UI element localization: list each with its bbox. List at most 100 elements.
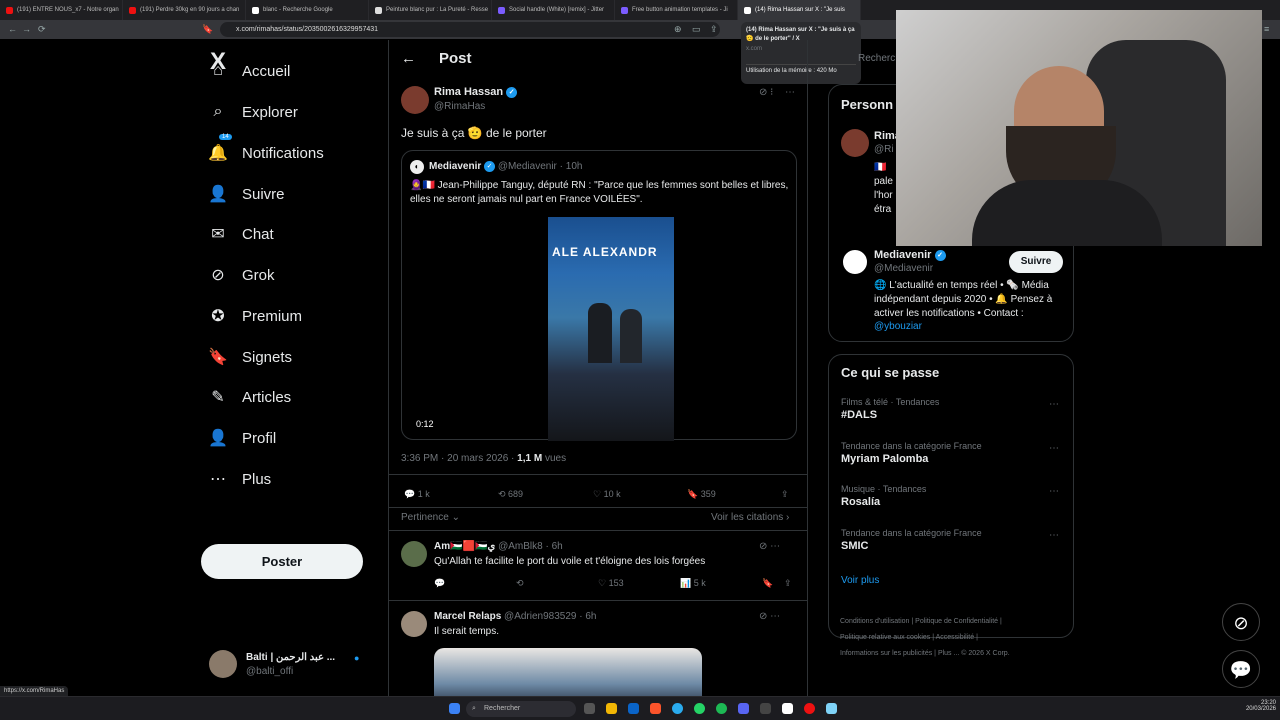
more-options-icon[interactable]: ⋯ (785, 87, 795, 98)
account-name[interactable]: Balti | عبد الرحمن ... (246, 652, 335, 663)
author-avatar[interactable] (401, 86, 429, 114)
record-icon[interactable] (804, 703, 815, 714)
sidebar-item-notifications[interactable]: 🔔 Notifications 14 (208, 134, 324, 168)
reply-bookmark-icon[interactable]: 🔖 (762, 578, 773, 589)
cast-icon[interactable]: ▭ (692, 24, 701, 35)
forward-icon[interactable]: → (22, 24, 31, 34)
browser-tab[interactable]: Free button animation templates - Ji (615, 0, 738, 20)
author-name[interactable]: Rima Hassan (434, 86, 503, 98)
post-button[interactable]: Poster (201, 544, 363, 579)
store-icon[interactable] (628, 703, 639, 714)
reply-avatar[interactable] (401, 611, 427, 637)
discord-icon[interactable] (738, 703, 749, 714)
share-post-icon[interactable]: ⇪ (781, 489, 789, 500)
trend-item[interactable]: Tendance dans la catégorie France SMIC (841, 528, 982, 552)
reply-repost-icon[interactable]: ⟲ (516, 578, 524, 589)
reply-author[interactable]: Marcel Relaps (434, 611, 501, 622)
reply-item[interactable]: Am🇵🇸🟥🇵🇸ي @AmBlk8 · 6h ⊘ ⋯ Qu'Allah te fa… (389, 531, 807, 599)
clock[interactable]: 23:20 20/03/2026 (1236, 700, 1276, 712)
account-avatar[interactable] (209, 650, 237, 678)
browser-tab[interactable]: (14) Rima Hassan sur X : "Je suis (738, 0, 861, 20)
trend-more-icon[interactable]: ⋯ (1049, 486, 1059, 497)
sidebar-item-explorer[interactable]: ⌕ Explorer (208, 97, 298, 127)
contact-link[interactable]: @ybouziar (874, 321, 922, 332)
bookmark-page-icon[interactable]: 🔖 (202, 24, 213, 35)
sidebar-item-chat[interactable]: ✉ Chat (208, 219, 273, 249)
reply-reply-icon[interactable]: 💬 (434, 578, 445, 589)
like-button[interactable]: ♡ 10 k (593, 489, 621, 500)
grok-icon-post[interactable]: ⊘ ⁝ (759, 87, 773, 98)
follow-button[interactable]: Suivre (1009, 251, 1063, 273)
sidebar-item-accueil[interactable]: ⌂ Accueil (208, 56, 290, 86)
reply-like-button[interactable]: ♡ 153 (598, 578, 624, 589)
reply-views[interactable]: 📊 5 k (680, 578, 706, 589)
reply-author[interactable]: Am🇵🇸🟥🇵🇸ي (434, 541, 495, 552)
sort-dropdown[interactable]: Pertinence ⌄ (401, 512, 460, 523)
zoom-icon[interactable]: ⊕ (674, 24, 682, 35)
taskbar-search[interactable]: ⌕ Rechercher (466, 701, 576, 717)
browser-tab[interactable]: Social handle (White) [remix] - Jitter (492, 0, 615, 20)
address-bar[interactable]: x.com/rimahas/status/2035002616329957431 (220, 22, 720, 37)
suggestion-name[interactable]: Mediavenir (874, 249, 931, 261)
sidebar-item-suivre[interactable]: 👤 Suivre (208, 179, 285, 209)
footer-cookies[interactable]: Politique relative aux cookies (840, 634, 930, 641)
trend-item[interactable]: Films & télé · Tendances #DALS (841, 397, 939, 421)
reply-avatar[interactable] (401, 541, 427, 567)
reply-more-icon[interactable]: ⊘ ⋯ (759, 541, 780, 552)
reply-item[interactable]: Marcel Relaps @Adrien983529 · 6h ⊘ ⋯ Il … (389, 601, 807, 696)
sidebar-item-grok[interactable]: ⊘ Grok (208, 260, 274, 290)
spotify-icon[interactable] (716, 703, 727, 714)
see-more-link[interactable]: Voir plus (841, 575, 879, 586)
repost-button[interactable]: ⟲ 689 (498, 489, 523, 500)
app-icon[interactable] (760, 703, 771, 714)
sidebar-item-premium[interactable]: ✪ Premium (208, 301, 302, 331)
reply-image[interactable] (434, 648, 702, 696)
reply-more-icon[interactable]: ⊘ ⋯ (759, 611, 780, 622)
browser-tab[interactable]: (191) Perdre 30kg en 90 jours a chan (123, 0, 246, 20)
reply-handle[interactable]: @AmBlk8 (498, 541, 543, 552)
browser-tab[interactable]: Peinture blanc pur : La Pureté - Resse (369, 0, 492, 20)
citations-link[interactable]: Voir les citations › (711, 512, 789, 523)
suggestion-avatar[interactable] (841, 129, 869, 157)
back-arrow-icon[interactable]: ← (401, 50, 416, 67)
share-icon[interactable]: ⇪ (710, 24, 718, 35)
footer-accessibility[interactable]: Accessibilité (936, 634, 975, 641)
browser-tab[interactable]: (191) ENTRE NOUS_x7 - Notre organ (0, 0, 123, 20)
footer-more[interactable]: Plus ... (938, 650, 959, 657)
bookmark-button[interactable]: 🔖 359 (687, 489, 716, 500)
browser-tab[interactable]: blanc - Recherche Google (246, 0, 369, 20)
trend-more-icon[interactable]: ⋯ (1049, 443, 1059, 454)
sidebar-item-profil[interactable]: 👤 Profil (208, 423, 276, 453)
task-view-icon[interactable] (584, 703, 595, 714)
windows-start-icon[interactable] (449, 703, 460, 714)
reply-handle[interactable]: @Adrien983529 (504, 611, 576, 622)
trend-item[interactable]: Tendance dans la catégorie France Myriam … (841, 441, 982, 465)
notion-icon[interactable] (782, 703, 793, 714)
author-handle[interactable]: @RimaHas (434, 101, 485, 112)
sidebar-item-articles[interactable]: ✎ Articles (208, 382, 291, 412)
reply-button[interactable]: 💬 1 k (404, 489, 430, 500)
footer-privacy[interactable]: Politique de Confidentialité (915, 618, 998, 625)
suggestion-name-row[interactable]: Mediavenir ✓ (874, 249, 946, 261)
grok-float-button[interactable]: ⊘ (1222, 603, 1260, 641)
app-icon-2[interactable] (826, 703, 837, 714)
author-name-row[interactable]: Rima Hassan ✓ (434, 86, 518, 98)
messages-float-button[interactable]: 💬 (1222, 650, 1260, 688)
video-player[interactable]: ALE ALEXANDR (548, 217, 674, 441)
mediavenir-suggest-avatar[interactable] (841, 248, 869, 276)
reply-share-icon[interactable]: ⇪ (784, 578, 792, 589)
post-timestamp[interactable]: 3:36 PM · 20 mars 2026 · (401, 453, 514, 464)
trend-item[interactable]: Musique · Tendances Rosalía (841, 484, 926, 508)
footer-ads[interactable]: Informations sur les publicités (840, 650, 932, 657)
file-explorer-icon[interactable] (606, 703, 617, 714)
menu-icon[interactable]: ≡ (1264, 24, 1269, 34)
sidebar-item-plus[interactable]: ⋯ Plus (208, 464, 271, 494)
footer-terms[interactable]: Conditions d'utilisation (840, 618, 909, 625)
sidebar-item-signets[interactable]: 🔖 Signets (208, 342, 292, 372)
trend-more-icon[interactable]: ⋯ (1049, 399, 1059, 410)
whatsapp-icon[interactable] (694, 703, 705, 714)
back-icon[interactable]: ← (8, 24, 17, 34)
brave-icon[interactable] (650, 703, 661, 714)
telegram-icon[interactable] (672, 703, 683, 714)
quoted-post[interactable]: ◐ Mediavenir ✓ @Mediavenir · 10h 🧕🇫🇷 Jea… (401, 150, 797, 441)
